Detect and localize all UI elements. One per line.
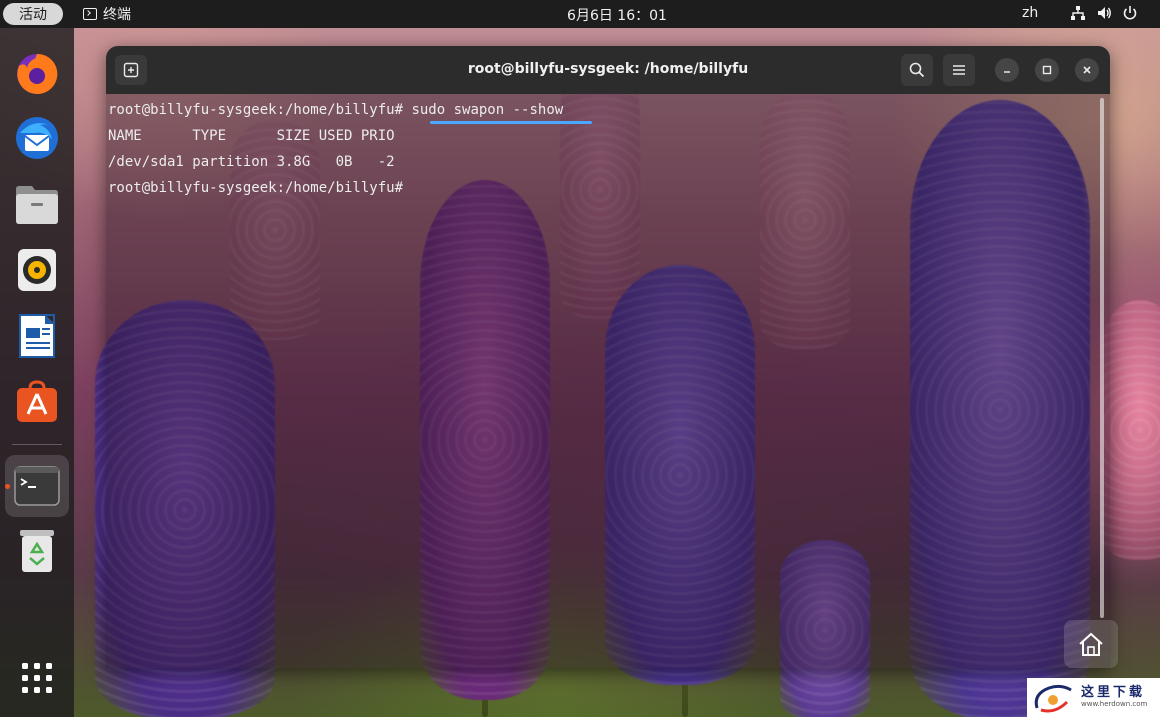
dock-separator (12, 444, 62, 445)
window-titlebar[interactable]: root@billyfu-sysgeek: /home/billyfu (106, 46, 1110, 94)
terminal-line: NAME TYPE SIZE USED PRIO (108, 128, 395, 144)
minimize-icon (1004, 71, 1010, 73)
watermark-url: www.herdown.com (1081, 700, 1148, 708)
system-tray[interactable] (1070, 5, 1138, 21)
search-icon (909, 62, 925, 78)
trash-icon[interactable] (13, 527, 61, 575)
clock[interactable]: 6月6日 16：01 (0, 5, 1160, 25)
maximize-icon (1042, 65, 1052, 75)
shell-prompt: root@billyfu-sysgeek:/home/billyfu# (108, 102, 404, 118)
watermark-logo-icon (1034, 684, 1072, 712)
network-icon (1070, 5, 1086, 21)
search-button[interactable] (901, 54, 933, 86)
show-apps-icon[interactable] (13, 654, 61, 702)
hamburger-icon (953, 65, 965, 75)
terminal-icon[interactable] (13, 462, 61, 510)
power-icon (1122, 5, 1138, 21)
menu-button[interactable] (943, 54, 975, 86)
close-icon (1083, 66, 1091, 74)
minimize-button[interactable] (995, 58, 1019, 82)
terminal-line: /dev/sda1 partition 3.8G 0B -2 (108, 154, 395, 170)
terminal-line: root@billyfu-sysgeek:/home/billyfu# sudo… (108, 102, 563, 118)
terminal-output[interactable]: root@billyfu-sysgeek:/home/billyfu# sudo… (106, 94, 1110, 668)
typed-command: sudo swapon --show (411, 102, 564, 118)
maximize-button[interactable] (1035, 58, 1059, 82)
watermark-title: 这里下载 (1081, 685, 1146, 700)
volume-icon (1096, 5, 1112, 21)
terminal-line: root@billyfu-sysgeek:/home/billyfu# (108, 180, 403, 196)
input-method-indicator[interactable]: zh (1022, 5, 1038, 21)
terminal-window[interactable]: root@billyfu-sysgeek: /home/billyfu root… (106, 46, 1110, 668)
command-highlight-underline (430, 121, 592, 124)
top-bar: 活动 终端 6月6日 16：01 zh (0, 0, 1160, 28)
close-button[interactable] (1075, 58, 1099, 82)
home-folder-icon[interactable] (1064, 620, 1118, 668)
shell-prompt: root@billyfu-sysgeek:/home/billyfu# (108, 180, 404, 196)
thunderbird-icon[interactable] (13, 114, 61, 162)
site-watermark: 这里下载 www.herdown.com (1027, 678, 1160, 717)
app-center-icon[interactable] (13, 378, 61, 426)
libreoffice-writer-icon[interactable] (13, 312, 61, 360)
firefox-icon[interactable] (13, 50, 61, 98)
rhythmbox-icon[interactable] (13, 246, 61, 294)
dock (0, 28, 74, 717)
running-indicator (5, 484, 10, 489)
files-icon[interactable] (13, 180, 61, 228)
scrollbar[interactable] (1100, 98, 1104, 618)
